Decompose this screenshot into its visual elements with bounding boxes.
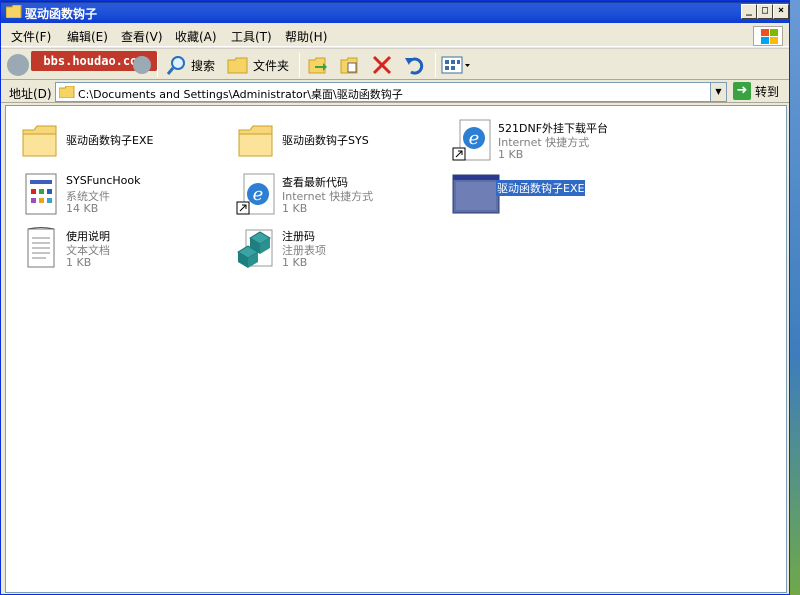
toolbar-separator <box>435 53 436 77</box>
close-button[interactable]: × <box>773 4 789 19</box>
address-label: 地址(D) <box>9 87 52 101</box>
maximize-button[interactable]: □ <box>757 4 773 19</box>
file-list: 驱动函数钩子EXE 驱动函数钩子SYS e 521DNF外挂下载平台 Inter… <box>5 105 787 593</box>
address-value: C:\Documents and Settings\Administrator\… <box>78 88 403 101</box>
svg-text:e: e <box>469 128 480 149</box>
search-icon <box>166 56 185 75</box>
item-name: SYSFuncHook <box>66 174 141 187</box>
registry-file-icon <box>237 229 273 268</box>
explorer-window: 驱动函数钩子 _ □ × 文件(F) 编辑(E) 查看(V) 收藏(A) 工具(… <box>0 0 790 595</box>
menu-tools[interactable]: 工具(T) <box>231 28 272 45</box>
internet-shortcut-icon: e <box>236 173 275 215</box>
item-name: 驱动函数钩子SYS <box>282 134 369 147</box>
list-item[interactable]: 注册码 注册表项 1 KB <box>228 222 438 274</box>
go-arrow-icon: ➜ <box>733 82 751 100</box>
folders-icon <box>227 57 248 74</box>
move-to-button[interactable] <box>307 53 329 77</box>
views-icon <box>441 56 470 74</box>
item-name: 驱动函数钩子EXE <box>66 134 154 147</box>
list-item[interactable]: 使用说明 文本文档 1 KB <box>12 222 222 274</box>
address-input[interactable]: C:\Documents and Settings\Administrator\… <box>55 82 727 102</box>
windows-logo-icon <box>753 26 783 46</box>
folder-icon <box>238 125 273 157</box>
item-size: 1 KB <box>282 202 308 215</box>
item-size: 1 KB <box>498 148 524 161</box>
menu-favorites[interactable]: 收藏(A) <box>175 28 217 45</box>
toolbar-separator <box>299 53 300 77</box>
toolbar-separator <box>157 53 158 77</box>
go-button[interactable]: ➜ 转到 <box>733 82 779 100</box>
minimize-button[interactable]: _ <box>741 4 757 19</box>
delete-icon <box>372 55 392 75</box>
menu-edit[interactable]: 编辑(E) <box>67 28 108 45</box>
search-label: 搜索 <box>191 58 216 73</box>
forward-arrow-icon <box>133 56 151 74</box>
list-item[interactable]: 驱动函数钩子SYS <box>228 114 438 166</box>
system-file-icon <box>25 173 57 215</box>
list-item[interactable]: 驱动函数钩子EXE <box>12 114 222 166</box>
menu-view[interactable]: 查看(V) <box>121 28 163 45</box>
item-size: 14 KB <box>66 202 99 215</box>
address-bar: 地址(D) C:\Documents and Settings\Administ… <box>1 81 789 103</box>
svg-text:e: e <box>253 184 264 205</box>
toolbar: bbs.houdao.com 搜索 文件夹 <box>1 48 789 80</box>
folder-icon <box>59 86 75 98</box>
item-name: 驱动函数钩子EXE <box>496 180 586 196</box>
chevron-down-icon[interactable]: ▼ <box>710 83 726 101</box>
title-bar[interactable]: 驱动函数钩子 _ □ × <box>1 1 789 23</box>
list-item[interactable]: SYSFuncHook 系统文件 14 KB <box>12 168 222 220</box>
item-size: 1 KB <box>282 256 308 269</box>
back-button[interactable] <box>7 53 29 77</box>
menu-bar: 文件(F) 编辑(E) 查看(V) 收藏(A) 工具(T) 帮助(H) <box>1 25 789 47</box>
undo-icon <box>405 57 424 75</box>
folder-icon <box>6 5 22 18</box>
internet-shortcut-icon: e <box>452 119 491 161</box>
menu-file[interactable]: 文件(F) <box>11 28 51 45</box>
search-button[interactable]: 搜索 <box>165 53 215 77</box>
list-item[interactable]: e 521DNF外挂下载平台 Internet 快捷方式 1 KB <box>444 114 654 166</box>
copy-to-icon <box>340 57 358 74</box>
desktop-background <box>790 0 800 595</box>
back-arrow-icon <box>7 54 29 76</box>
window-title: 驱动函数钩子 <box>25 7 98 21</box>
folders-label: 文件夹 <box>253 58 290 73</box>
forward-button[interactable] <box>133 53 151 77</box>
move-to-icon <box>308 57 327 74</box>
item-size: 1 KB <box>66 256 92 269</box>
views-button[interactable] <box>441 53 471 77</box>
list-item[interactable]: 驱动函数钩子EXE <box>444 168 654 220</box>
folders-button[interactable]: 文件夹 <box>227 53 289 77</box>
go-label: 转到 <box>755 84 780 99</box>
list-item[interactable]: e 查看最新代码 Internet 快捷方式 1 KB <box>228 168 438 220</box>
copy-to-button[interactable] <box>339 53 361 77</box>
delete-button[interactable] <box>371 53 393 77</box>
undo-button[interactable] <box>403 53 425 77</box>
application-icon <box>452 174 500 214</box>
text-document-icon <box>27 227 55 268</box>
menu-help[interactable]: 帮助(H) <box>285 28 327 45</box>
folder-icon <box>22 125 57 157</box>
